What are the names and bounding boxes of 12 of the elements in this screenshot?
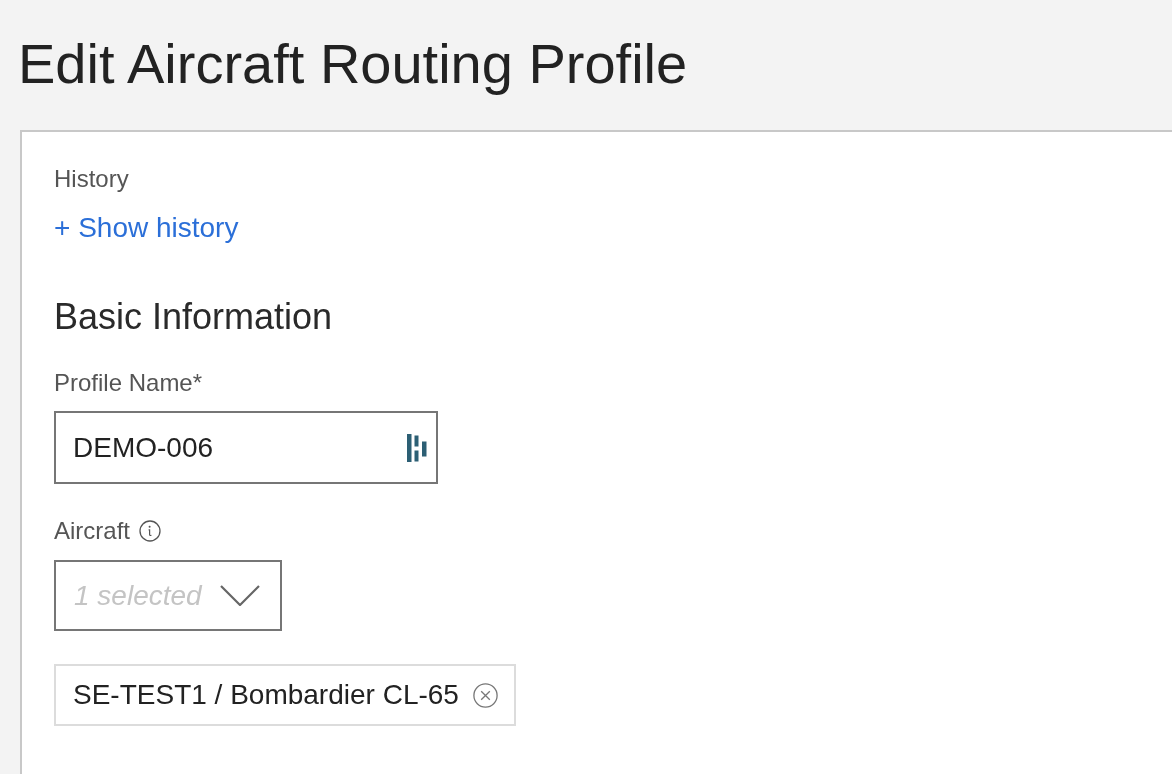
chevron-down-icon [220, 585, 260, 606]
close-circle-icon[interactable] [472, 682, 498, 708]
vertical-bars-icon[interactable] [407, 434, 427, 462]
history-label: History [54, 164, 129, 194]
profile-name-label: Profile Name* [54, 368, 203, 398]
page-title: Edit Aircraft Routing Profile [18, 32, 689, 96]
section-title: Basic Information [54, 295, 333, 339]
info-icon[interactable] [139, 520, 161, 542]
profile-name-field[interactable]: DEMO-006 [54, 411, 438, 484]
aircraft-label: Aircraft [54, 516, 130, 546]
chip-label: SE-TEST1 / Bombardier CL-65 [73, 678, 459, 712]
show-history-link[interactable]: + Show history [54, 211, 239, 245]
